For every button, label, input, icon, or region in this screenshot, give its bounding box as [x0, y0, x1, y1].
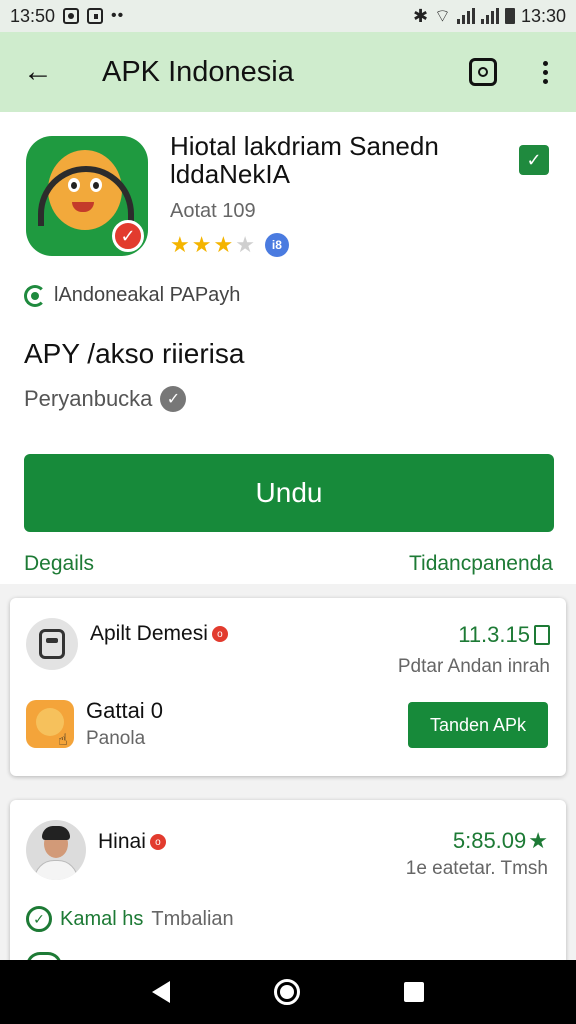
- mascot-eye-right: [90, 178, 102, 192]
- publisher-icon: [24, 284, 46, 307]
- card-title: Apilt Demesi o: [90, 622, 228, 646]
- app-name-line2: lddaNekIA: [170, 159, 290, 189]
- alert-badge-icon: o: [149, 834, 166, 850]
- description-title: APY /akso riierisa: [24, 338, 245, 369]
- more-vert-icon[interactable]: [535, 57, 556, 88]
- card2-score: 5:85.09 ★: [453, 828, 548, 854]
- mascot-eye-left: [68, 178, 80, 192]
- card-version: 11.3.15: [458, 622, 550, 648]
- status-time: 13:50: [10, 5, 56, 26]
- battery-icon: [504, 8, 515, 24]
- card-title-text: Apilt Demesi: [90, 622, 208, 645]
- back-arrow-icon[interactable]: ←: [20, 54, 56, 90]
- app-bar-actions: [469, 57, 556, 88]
- status-right: ✱ ⌔ 13:30: [413, 5, 566, 28]
- star-icon: ★: [213, 232, 234, 257]
- signal-icon: [456, 8, 475, 24]
- rating-row: ★ ★ ★ ★ i8: [170, 232, 289, 258]
- app-name-line1: Hiotal lakdriam Sanedn: [170, 131, 439, 161]
- version-card[interactable]: Apilt Demesi o 11.3.15 Pdtar Andan inrah…: [10, 598, 566, 776]
- star-empty-icon: ★: [235, 232, 255, 257]
- app-name: Hiotal lakdriam Sanedn lddaNekIA: [170, 132, 490, 188]
- app-bar: ← APK Indonesia: [0, 32, 576, 112]
- hand-pointer-icon: ☝: [58, 732, 68, 749]
- nav-back-icon[interactable]: [152, 981, 170, 1003]
- file-icon: [534, 625, 550, 645]
- info-badge[interactable]: i8: [264, 233, 289, 257]
- star-icon: ★: [528, 828, 548, 853]
- user-avatar: [26, 820, 86, 880]
- avatar-body: [34, 860, 78, 880]
- status-time-right: 13:30: [520, 5, 566, 26]
- system-nav-bar: [0, 960, 576, 1024]
- edit-icon[interactable]: ✓: [519, 145, 549, 175]
- star-icon: ★: [191, 232, 212, 257]
- star-icon: ★: [170, 232, 190, 257]
- alert-badge-icon: o: [211, 626, 228, 642]
- robot-icon: [39, 629, 65, 659]
- publisher-row[interactable]: lAndoneakal PAPayh: [24, 284, 240, 307]
- avatar-hair: [42, 826, 70, 840]
- safety-row: Peryanbucka ✓: [24, 386, 187, 412]
- card-subtitle: Pdtar Andan inrah: [397, 656, 550, 677]
- details-link[interactable]: Degails: [24, 552, 94, 576]
- card2-title-text: Hinai: [98, 830, 146, 853]
- signal-2-icon: [480, 8, 499, 24]
- safety-text: Peryanbucka: [24, 386, 153, 411]
- app-version: Aotat 109: [170, 200, 256, 222]
- card2-subtitle: 1e eatetar. Tmsh: [405, 858, 548, 879]
- card2-status-a: Kamal hs: [60, 907, 144, 930]
- card2-score-text: 5:85.09: [452, 828, 527, 853]
- download-apk-button[interactable]: Tanden APk: [408, 702, 548, 748]
- check-circle-icon: ✓: [26, 906, 52, 932]
- card-app-subtitle: Panola: [86, 728, 146, 749]
- card2-status-b: Tmbalian: [151, 907, 234, 930]
- compare-link[interactable]: Tidancpanenda: [409, 552, 553, 576]
- status-bar: 13:50 •• ✱ ⌔ 13:30: [0, 0, 576, 32]
- nav-home-icon[interactable]: [274, 979, 300, 1005]
- card2-status-row: ✓ Kamal hs Tmbalian: [26, 906, 234, 932]
- developer-avatar: [26, 618, 78, 670]
- app-icon: ✓: [26, 136, 148, 256]
- card2-title: Hinai o: [98, 830, 166, 854]
- card-app-name: Gattai 0: [86, 698, 164, 723]
- bluetooth-icon: ✱: [412, 5, 429, 26]
- notification-icon: [87, 8, 104, 24]
- page-title: APK Indonesia: [102, 55, 294, 88]
- status-left: 13:50 ••: [10, 6, 124, 27]
- screenshot-button[interactable]: [469, 58, 497, 86]
- card-version-text: 11.3.15: [458, 622, 530, 647]
- more-notifications-icon: ••: [111, 7, 125, 24]
- check-circle-icon: ✓: [160, 386, 187, 412]
- review-card[interactable]: Hinai o 5:85.09 ★ 1e eatetar. Tmsh ✓ Kam…: [10, 800, 566, 970]
- verified-check-icon: ✓: [112, 220, 144, 252]
- nav-recents-icon[interactable]: [404, 982, 424, 1002]
- alarm-icon: [63, 8, 80, 24]
- download-button[interactable]: Undu: [24, 454, 554, 532]
- publisher-name: lAndoneakal PAPayh: [54, 284, 241, 306]
- wifi-icon: ⌔: [434, 5, 451, 26]
